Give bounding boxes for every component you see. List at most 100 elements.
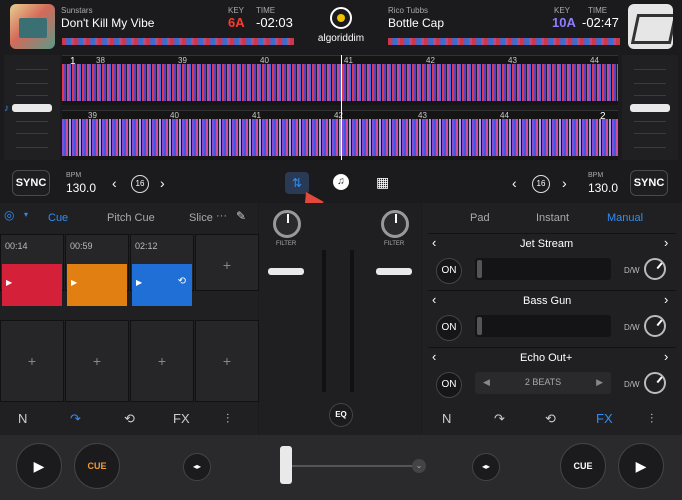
beat-marker: 41 — [252, 111, 261, 120]
overview-waveform-left[interactable] — [62, 38, 294, 45]
filter-knob-left[interactable] — [273, 210, 301, 238]
chevron-left-icon[interactable]: ‹ — [432, 292, 436, 307]
tab-manual[interactable]: Manual — [607, 212, 643, 224]
chevron-right-icon[interactable]: › — [664, 292, 668, 307]
nudge-right-icon[interactable]: ◂▸ — [472, 453, 500, 481]
key-value-left: 6A — [228, 15, 245, 30]
fx-parameter-bar[interactable] — [475, 258, 611, 280]
chevron-left-icon[interactable]: ‹ — [432, 235, 436, 250]
redo-icon-right[interactable]: ↷ — [494, 411, 505, 427]
channel-fader-left[interactable] — [268, 268, 304, 275]
app-logo: algoriddim — [298, 7, 384, 51]
beat-marker: 39 — [178, 56, 187, 65]
fx-name[interactable]: Bass Gun — [523, 295, 571, 307]
loop-button-right[interactable]: 16 — [532, 175, 550, 193]
chevron-left-icon[interactable]: ‹ — [432, 349, 436, 364]
dw-knob[interactable] — [644, 258, 666, 280]
bpm-value-right: 130.0 — [588, 181, 619, 195]
more-icon[interactable]: ··· — [216, 210, 227, 222]
chevron-right-icon[interactable]: › — [664, 235, 668, 250]
bpm-value-left: 130.0 — [66, 181, 97, 195]
eq-button[interactable]: EQ — [329, 403, 353, 427]
artist-left: Sunstars — [61, 6, 93, 15]
sliders-icon-right[interactable]: ⫶ — [650, 411, 653, 427]
fx-on-button[interactable]: ON — [436, 372, 462, 398]
time-remaining-right: -02:47 — [582, 15, 619, 30]
channel-fader-right[interactable] — [376, 268, 412, 275]
pitch-fader-left[interactable]: ♪ — [4, 55, 60, 160]
music-library-icon[interactable]: ♫ — [333, 174, 349, 190]
tab-pad[interactable]: Pad — [470, 212, 490, 224]
tab-pitch-cue[interactable]: Pitch Cue — [107, 212, 155, 224]
album-art-left[interactable] — [10, 4, 55, 49]
fx-beats-selector[interactable]: ◀ 2 BEATS ▶ — [475, 372, 611, 394]
overview-waveform-right[interactable] — [388, 38, 620, 45]
chevron-left-icon[interactable]: ‹ — [112, 175, 117, 191]
bpm-label-right: BPM — [588, 172, 604, 179]
fx-tab-left[interactable]: FX — [173, 411, 190, 426]
key-label-left: KEY — [228, 6, 245, 15]
fx-on-button[interactable]: ON — [436, 258, 462, 284]
tab-slice[interactable]: Slice — [189, 212, 213, 224]
repeat-icon-right[interactable]: ⟲ — [545, 411, 556, 427]
repeat-icon[interactable]: ⟲ — [124, 411, 135, 427]
redo-icon[interactable]: ↷ — [70, 411, 81, 427]
mixer-view-icon[interactable]: ⇅ — [285, 172, 309, 194]
cue-pad-7[interactable]: + — [130, 320, 194, 402]
edit-pencil-icon[interactable]: ✎ — [236, 209, 246, 223]
nudge-left-icon[interactable]: ◂▸ — [183, 453, 211, 481]
cue-pad-4[interactable]: + — [195, 234, 259, 291]
sliders-icon[interactable]: ⫶ — [226, 411, 229, 427]
play-button-left[interactable]: ▶ — [16, 443, 62, 489]
chevron-left-icon-right[interactable]: ‹ — [512, 175, 517, 191]
loop-button-left[interactable]: 16 — [131, 175, 149, 193]
grid-view-icon[interactable]: ▦ — [376, 174, 389, 191]
dw-label: D/W — [624, 380, 640, 389]
record-icon — [330, 7, 352, 29]
chevron-down-icon[interactable]: ▾ — [24, 210, 28, 219]
filter-knob-right[interactable] — [381, 210, 409, 238]
waveform-deck-2[interactable]: 39 40 41 42 43 44 2 — [62, 110, 618, 160]
cue-pad-8[interactable]: + — [195, 320, 259, 402]
pitch-fader-handle-right[interactable] — [630, 104, 670, 112]
chevron-right-icon[interactable]: › — [160, 175, 165, 191]
target-icon[interactable]: ◎ — [4, 208, 14, 222]
dw-knob[interactable] — [644, 315, 666, 337]
cue-button-right[interactable]: CUE — [560, 443, 606, 489]
sync-button-left[interactable]: SYNC — [12, 170, 50, 196]
fx-on-button[interactable]: ON — [436, 315, 462, 341]
chevron-right-icon[interactable]: › — [664, 349, 668, 364]
chevron-down-icon-crossfader[interactable]: ⌄ — [412, 459, 426, 473]
cue-button-left[interactable]: CUE — [74, 443, 120, 489]
pitch-fader-right[interactable] — [622, 55, 678, 160]
beat-marker: 40 — [170, 111, 179, 120]
deck-number-2: 2 — [600, 111, 606, 122]
artist-right: Rico Tubbs — [388, 6, 429, 15]
fx-name[interactable]: Jet Stream — [520, 238, 573, 250]
waveform-deck-1[interactable]: 1 38 39 40 41 42 43 44 — [62, 55, 618, 105]
fx-tab-right[interactable]: FX — [596, 411, 613, 426]
neural-mix-icon-right[interactable]: N — [442, 411, 451, 426]
cue-pad-5[interactable]: + — [0, 320, 64, 402]
cue-pad-2[interactable]: 00:59 ▶ — [65, 234, 129, 306]
tab-cue[interactable]: Cue — [48, 212, 68, 224]
sync-button-right[interactable]: SYNC — [630, 170, 668, 196]
level-meter-left — [322, 250, 326, 392]
chevron-right-icon-right[interactable]: › — [562, 175, 567, 191]
cue-pad-3[interactable]: 02:12 ▶ ⟲ — [130, 234, 194, 306]
bpm-label-left: BPM — [66, 172, 82, 179]
track-title-right: Bottle Cap — [388, 16, 445, 30]
neural-mix-icon[interactable]: N — [18, 411, 27, 426]
fx-parameter-bar[interactable] — [475, 315, 611, 337]
pitch-fader-handle-left[interactable] — [12, 104, 52, 112]
crossfader-handle[interactable] — [280, 446, 292, 484]
album-art-right[interactable] — [628, 4, 673, 49]
fx-name[interactable]: Echo Out+ — [520, 352, 572, 364]
dw-knob[interactable] — [644, 372, 666, 394]
tab-instant[interactable]: Instant — [536, 212, 569, 224]
crossfader-track[interactable] — [285, 465, 417, 467]
play-button-right[interactable]: ▶ — [618, 443, 664, 489]
cue-pad-6[interactable]: + — [65, 320, 129, 402]
increase-icon[interactable]: ▶ — [596, 377, 603, 388]
cue-pad-1[interactable]: 00:14 ▶ — [0, 234, 64, 306]
